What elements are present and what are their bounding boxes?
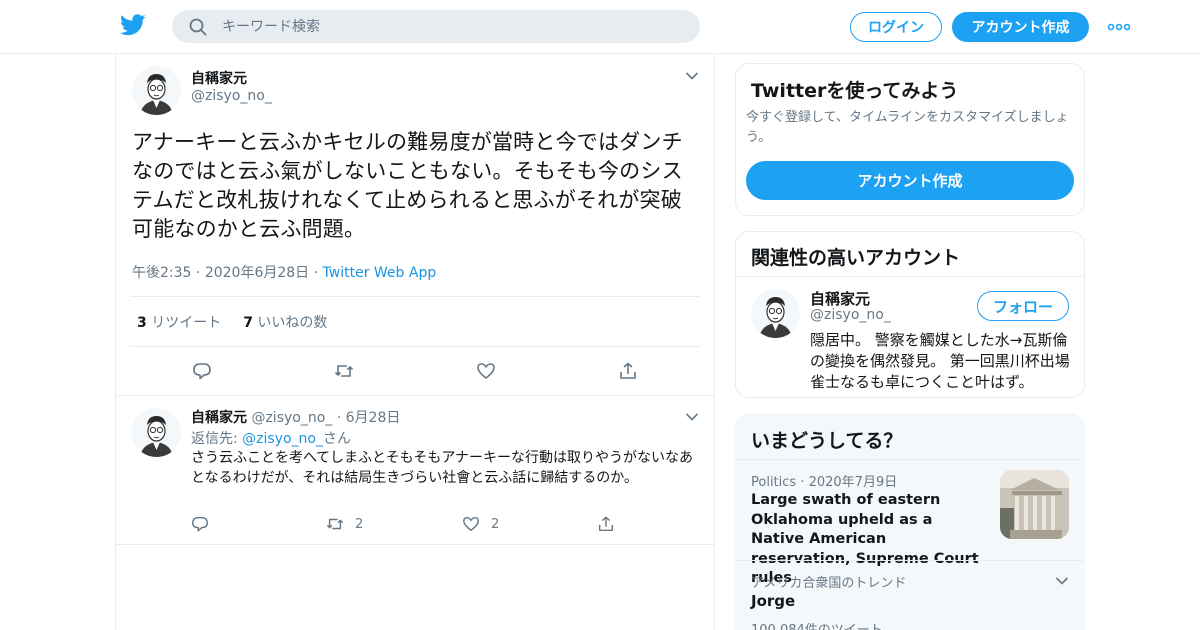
login-button-label: ログイン — [868, 20, 924, 36]
trend-meta: Politics · 2020年7月9日 — [751, 471, 897, 490]
related-account-handle[interactable]: @zisyo_no_ — [810, 307, 891, 323]
signup-card: Twitterを使ってみよう 今すぐ登録して、タイムラインをカスタマイズしましょ… — [735, 63, 1085, 216]
like-button[interactable] — [476, 361, 496, 381]
retweet-stat[interactable]: 3 リツイート — [137, 312, 221, 332]
related-account-avatar[interactable] — [751, 289, 800, 338]
reply-to-handle[interactable]: @zisyo_no_ — [242, 431, 323, 447]
reply-author-name[interactable]: 自稱家元 — [191, 410, 247, 426]
follow-button[interactable]: フォロー — [977, 291, 1069, 321]
trend-item[interactable]: Politics · 2020年7月9日 Large swath of east… — [736, 459, 1084, 586]
trend-category: アメリカ合衆国のトレンド — [751, 576, 907, 591]
reply-retweet-count: 2 — [355, 516, 364, 532]
trend-tweet-count: 100,084件のツイート — [751, 619, 883, 630]
signup-card-title: Twitterを使ってみよう — [751, 80, 959, 102]
meta-separator: · — [195, 265, 205, 281]
like-icon — [477, 363, 495, 379]
tweet-date[interactable]: 2020年6月28日 — [205, 265, 309, 281]
reply-like-button[interactable]: 2 — [461, 515, 499, 533]
divider — [736, 276, 1084, 277]
meta-separator: · — [313, 265, 323, 281]
trends-card: いまどうしてる？ Politics · 2020年7月9日 Large swat… — [735, 413, 1085, 630]
tweet-stats: 3 リツイート 7 いいねの数 — [130, 296, 700, 347]
tweet-source[interactable]: Twitter Web App — [323, 265, 437, 281]
reply-to-line: 返信先: @zisyo_no_さん — [191, 428, 351, 448]
author-handle[interactable]: @zisyo_no_ — [191, 88, 272, 104]
trend-thumbnail — [1000, 470, 1069, 539]
reply-author-avatar[interactable] — [132, 408, 181, 457]
retweet-label: リツイート — [151, 314, 222, 331]
search-icon — [189, 18, 207, 36]
tweet-meta: 午後2:35 · 2020年6月28日 · Twitter Web App — [132, 262, 436, 282]
share-icon — [598, 516, 614, 532]
like-stat[interactable]: 7 いいねの数 — [243, 312, 327, 332]
retweet-icon — [326, 518, 344, 530]
trends-card-title: いまどうしてる？ — [751, 430, 903, 452]
reply-like-count: 2 — [491, 516, 500, 532]
reply-retweet-button[interactable]: 2 — [325, 515, 363, 533]
meta-separator: · — [800, 475, 809, 490]
reply-tweet[interactable]: 自稱家元 @zisyo_no_ · 6月28日 返信先: @zisyo_no_さ… — [116, 395, 714, 545]
supreme-court-building-image — [1000, 470, 1069, 539]
like-label: いいねの数 — [257, 314, 328, 331]
main-timeline-column: 自稱家元 @zisyo_no_ アナーキーと云ふかキセルの難易度が當時と今ではダ… — [115, 54, 715, 630]
author-avatar[interactable] — [132, 66, 181, 115]
tweet-text: アナーキーと云ふかキセルの難易度が當時と今ではダンチなのではと云ふ氣がしないこと… — [132, 130, 683, 241]
top-navigation-bar: ログイン アカウント作成 — [0, 0, 1200, 54]
signup-card-button-label: アカウント作成 — [857, 172, 963, 190]
avatar-illustration — [132, 66, 181, 115]
retweet-icon — [334, 365, 354, 377]
retweet-button[interactable] — [334, 361, 354, 381]
chevron-down-icon[interactable] — [685, 412, 699, 422]
reply-text: さう云ふことを考へてしまふとそもそもアナーキーな行動は取りやうがないなあとなるわ… — [191, 450, 694, 486]
reply-to-suffix: さん — [323, 431, 351, 447]
signup-card-description: 今すぐ登録して、タイムラインをカスタマイズしましょう。 — [746, 110, 1069, 145]
chevron-down-icon[interactable] — [685, 71, 699, 81]
reply-share-button[interactable] — [596, 515, 616, 533]
main-tweet: 自稱家元 @zisyo_no_ アナーキーと云ふかキセルの難易度が當時と今ではダ… — [116, 54, 714, 395]
related-account-name[interactable]: 自稱家元 — [810, 288, 870, 309]
related-accounts-card: 関連性の高いアカウント 自稱家元 @zisyo_no_ フォロー 隠居中。 警察… — [735, 231, 1085, 398]
related-account-bio: 隠居中。 警察を觸媒とした水→瓦斯倫の變換を偶然發見。 第一回黒川杯出場雀士なる… — [810, 331, 1070, 391]
trend-item[interactable]: アメリカ合衆国のトレンド Jorge 100,084件のツイート — [736, 560, 1084, 630]
reply-button[interactable] — [192, 361, 212, 381]
chevron-down-icon[interactable] — [1055, 576, 1069, 586]
like-icon — [463, 516, 479, 532]
more-icon[interactable] — [1108, 23, 1130, 31]
reply-author-handle[interactable]: @zisyo_no_ — [251, 410, 332, 426]
reply-date[interactable]: 6月28日 — [346, 410, 401, 426]
search-bar[interactable] — [172, 10, 700, 43]
twitter-bird-icon[interactable] — [120, 14, 146, 36]
tweet-time[interactable]: 午後2:35 — [132, 265, 191, 281]
trend-category: Politics — [751, 475, 797, 490]
reply-icon — [192, 516, 208, 532]
signup-button[interactable]: アカウント作成 — [952, 12, 1089, 42]
follow-button-label: フォロー — [992, 297, 1053, 316]
trend-date: 2020年7月9日 — [808, 475, 898, 490]
share-button[interactable] — [618, 361, 638, 381]
avatar-illustration — [751, 289, 800, 338]
trend-headline: Jorge — [751, 592, 796, 610]
reply-header: 自稱家元 @zisyo_no_ · 6月28日 — [191, 407, 400, 427]
author-name[interactable]: 自稱家元 — [191, 68, 247, 88]
reply-icon — [193, 363, 211, 380]
reply-to-prefix: 返信先: — [191, 431, 243, 447]
meta-separator: · — [336, 410, 346, 426]
related-card-title: 関連性の高いアカウント — [751, 247, 961, 269]
search-input[interactable] — [222, 10, 682, 43]
signup-button-label: アカウント作成 — [971, 20, 1070, 36]
login-button[interactable]: ログイン — [850, 12, 942, 42]
retweet-count: 3 — [137, 314, 147, 331]
share-icon — [620, 362, 636, 379]
avatar-illustration — [132, 408, 181, 457]
signup-card-button[interactable]: アカウント作成 — [746, 161, 1074, 200]
reply-reply-button[interactable] — [191, 515, 209, 533]
like-count: 7 — [243, 314, 253, 331]
